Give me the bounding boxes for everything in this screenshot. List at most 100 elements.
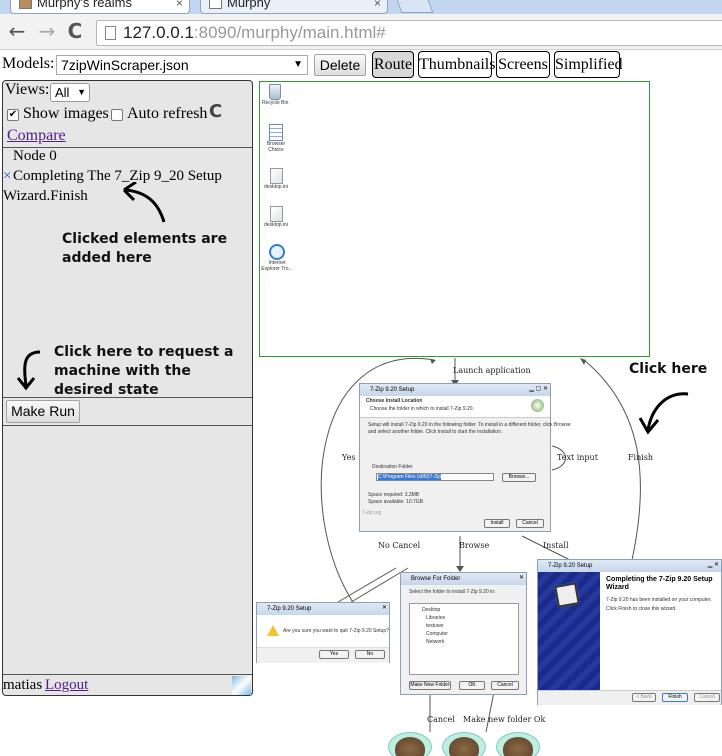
dropdown-arrow-icon: ▼	[77, 87, 86, 97]
browse-button[interactable]: Browse...	[502, 473, 536, 482]
ini-file-icon	[269, 168, 283, 184]
graph-node-turtle[interactable]	[442, 732, 486, 756]
close-tab-icon[interactable]: ×	[374, 0, 381, 12]
vendor-link[interactable]: 7-zip.org	[362, 510, 381, 516]
cancel-button[interactable]: Cancel	[491, 681, 519, 690]
dialog-body-line: and select another folder. Click Install…	[368, 429, 503, 435]
internet-explorer-icon	[269, 244, 285, 260]
desktop-icon[interactable]: Recycle Bin	[262, 84, 288, 106]
resize-grip-icon[interactable]	[232, 676, 251, 695]
tab-murphys-realms[interactable]: Murphy's realms ×	[10, 0, 190, 14]
tree-item[interactable]: Libraries	[426, 615, 445, 621]
auto-refresh-checkbox[interactable]	[111, 109, 123, 121]
quit-question: Are you sure you want to quit 7-Zip 9.20…	[283, 628, 389, 634]
edge-no-cancel-2	[347, 567, 409, 605]
graph-node-turtle[interactable]	[496, 732, 540, 756]
forward-arrow-icon[interactable]: →	[36, 20, 58, 42]
new-tab-button[interactable]	[394, 0, 434, 13]
tree-item[interactable]: Computer	[426, 631, 448, 637]
views-select[interactable]: All ▼	[50, 83, 90, 102]
graph-node-install-location[interactable]: 7-Zip 9.20 Setup ▁ ▢ ✕ Choose Install Loc…	[359, 383, 571, 532]
node-label: Node 0	[13, 148, 57, 164]
icon-label: Recycle Bin	[262, 100, 289, 106]
dialog-title: 7-Zip 9.20 Setup	[548, 563, 593, 569]
dropdown-arrow-icon: ▼	[293, 59, 303, 70]
icon-label: desktop.ini	[264, 184, 288, 190]
close-tab-icon[interactable]: ×	[176, 0, 183, 12]
models-label: Models:	[2, 55, 55, 72]
edge-no-cancel-1	[337, 567, 397, 603]
simplified-button[interactable]: Simplified	[554, 51, 623, 78]
tab-title: Murphy	[227, 0, 271, 10]
browser-toolbar: ← → C 127.0.0.1:8090/murphy/main.html#	[0, 14, 722, 50]
delete-button[interactable]: Delete	[314, 54, 366, 76]
refresh-icon[interactable]: C	[209, 101, 222, 122]
edge-label-cancel: Cancel	[427, 715, 455, 724]
show-images-label: Show images	[23, 105, 109, 122]
back-button: < Back	[632, 693, 656, 702]
tree-item[interactable]: Desktop	[422, 607, 440, 613]
compare-link[interactable]: Compare	[7, 127, 66, 145]
graph-node-desktop[interactable]: Recycle Bin Browser Choice desktop.ini d…	[259, 81, 650, 357]
annotation-request: Click here to request a machine with the…	[54, 343, 234, 400]
desktop-icon[interactable]: Internet Explorer Tro...	[260, 244, 294, 272]
graph-node-finish-wizard[interactable]: 7-Zip 9.20 Setup ▁ ✕ Completing the 7-Zip…	[537, 559, 722, 705]
dest-folder-label: Destination Folder	[372, 464, 413, 470]
auto-refresh-label: Auto refresh	[127, 105, 208, 122]
remove-step-icon[interactable]: ×	[3, 168, 11, 185]
tree-item[interactable]: testuser	[426, 623, 444, 629]
dialog-title: 7-Zip 9.20 Setup	[267, 606, 312, 612]
icon-label: desktop.ini	[264, 222, 288, 228]
setup-logo-icon	[531, 399, 544, 412]
page-icon	[105, 26, 116, 40]
desktop-icon[interactable]: desktop.ini	[262, 168, 290, 190]
turtle-icon	[395, 737, 425, 756]
desktop-icon[interactable]: desktop.ini	[262, 206, 290, 228]
logout-link[interactable]: Logout	[45, 677, 88, 694]
document-icon	[269, 124, 283, 141]
ok-button[interactable]: OK	[459, 681, 485, 690]
dialog-title: 7-Zip 9.20 Setup	[370, 387, 415, 393]
graph-node-quit-confirm[interactable]: 7-Zip 9.20 Setup ✕ Are you sure you want …	[256, 602, 390, 663]
turtle-icon	[449, 737, 479, 756]
make-run-button[interactable]: Make Run	[6, 400, 80, 423]
dest-folder-field[interactable]: C:\Program Files (x86)\7-Zip	[376, 473, 494, 481]
no-button[interactable]: No	[355, 650, 385, 659]
graph-node-turtle[interactable]	[388, 732, 432, 756]
window-controls-icon: ▁ ✕	[707, 562, 719, 568]
folder-tree[interactable]: Desktop Libraries testuser Computer Netw…	[409, 603, 519, 675]
address-bar[interactable]: 127.0.0.1:8090/murphy/main.html#	[96, 20, 722, 46]
finish-button[interactable]: Finish	[662, 693, 688, 702]
make-new-folder-button[interactable]: Make New Folder	[409, 681, 451, 690]
back-arrow-icon[interactable]: ←	[6, 20, 28, 42]
dialog-subheading: Choose the folder in which to install 7-…	[370, 406, 474, 412]
graph-node-browse-folder[interactable]: Browse For Folder ✕ Select the folder to …	[400, 572, 527, 695]
model-select[interactable]: 7zipWinScraper.json ▼	[56, 55, 308, 75]
recycle-bin-icon	[269, 84, 281, 100]
wizard-banner	[538, 572, 600, 690]
warning-icon	[267, 625, 279, 636]
annotation-line: added here	[62, 250, 152, 266]
murphy-favicon-icon	[19, 0, 32, 9]
screens-button[interactable]: Screens	[496, 51, 550, 78]
url-path: :8090/murphy/main.html#	[193, 23, 386, 42]
thumbnails-button[interactable]: Thumbnails	[418, 51, 495, 78]
desktop-icon[interactable]: Browser Choice	[262, 124, 290, 153]
cancel-button[interactable]: Cancel	[516, 519, 544, 528]
annotation-line: machine with the	[54, 363, 191, 379]
tree-item[interactable]: Network	[426, 639, 444, 645]
reload-icon[interactable]: C	[64, 20, 86, 42]
close-icon: ✕	[518, 575, 524, 581]
install-button[interactable]: Install	[484, 519, 510, 528]
cancel-button: Cancel	[694, 693, 720, 702]
dialog-titlebar: 7-Zip 9.20 Setup ▁ ▢ ✕	[360, 384, 550, 396]
route-button[interactable]: Route	[372, 51, 414, 78]
annotation-line: Clicked elements are	[62, 231, 228, 247]
annotation-clicked: Clicked elements are added here	[62, 230, 227, 268]
tab-murphy[interactable]: Murphy ×	[200, 0, 388, 14]
yes-button[interactable]: Yes	[319, 650, 349, 659]
dialog-header: Choose Install Location Choose the folde…	[360, 396, 550, 418]
tab-strip: Murphy's realms × Murphy ×	[0, 0, 722, 14]
space-required: Space required: 3.3MB	[368, 492, 420, 498]
show-images-checkbox[interactable]: ✔	[7, 109, 19, 121]
